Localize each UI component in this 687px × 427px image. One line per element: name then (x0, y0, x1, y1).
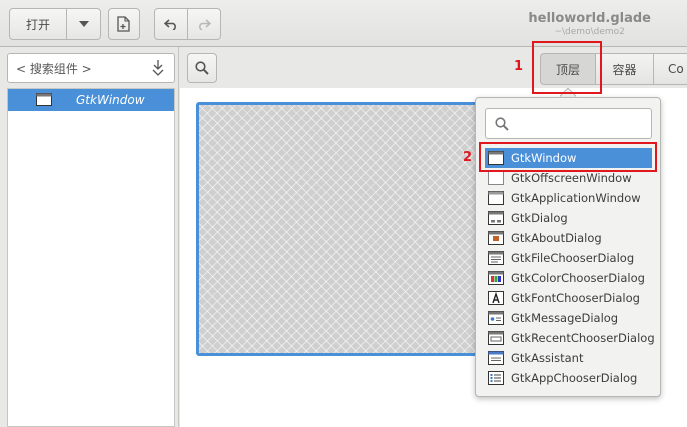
application-window-icon (488, 191, 504, 205)
tree-item-label: GtkWindow (76, 93, 145, 107)
dialog-icon (488, 211, 504, 225)
popover-item-label: GtkMessageDialog (511, 311, 619, 325)
assistant-icon (488, 351, 504, 365)
popover-item-label: GtkOffscreenWindow (511, 171, 632, 185)
window-title-block: helloworld.glade ~\demo\demo2 (528, 11, 651, 37)
window-icon (36, 93, 52, 106)
recent-chooser-dialog-icon (488, 331, 504, 345)
glade-window: 打开 helloworld.glade ~\demo\demo2 < 搜索组件 … (0, 0, 687, 427)
popover-item-gtkfilechooserdialog[interactable]: GtkFileChooserDialog (485, 248, 652, 268)
new-document-icon (117, 16, 130, 32)
file-chooser-dialog-icon (488, 251, 504, 265)
popover-item-gtkassistant[interactable]: GtkAssistant (485, 348, 652, 368)
widget-search-label: < 搜索组件 > (16, 61, 92, 76)
new-file-button[interactable] (108, 8, 140, 40)
open-button[interactable]: 打开 (9, 8, 67, 40)
font-chooser-dialog-icon (488, 291, 504, 305)
window-subtitle: ~\demo\demo2 (554, 27, 625, 37)
annotation-marker-1: 1 (514, 59, 524, 74)
popover-item-label: GtkAboutDialog (511, 231, 602, 245)
header-bar: 打开 helloworld.glade ~\demo\demo2 (0, 0, 687, 47)
popover-item-label: GtkAssistant (511, 351, 584, 365)
popover-item-label: GtkRecentChooserDialog (511, 331, 655, 345)
sidebar: < 搜索组件 > GtkWindow (0, 47, 179, 427)
popover-item-gtkmessagedialog[interactable]: GtkMessageDialog (485, 308, 652, 328)
download-arrow-icon (152, 60, 164, 76)
popover-item-gtkrecentchooserdialog[interactable]: GtkRecentChooserDialog (485, 328, 655, 348)
about-dialog-icon (488, 231, 504, 245)
app-chooser-dialog-icon (488, 371, 504, 385)
open-button-label: 打开 (25, 17, 50, 32)
palette-search-button[interactable] (187, 53, 217, 83)
popover-item-gtkcolorchooserdialog[interactable]: GtkColorChooserDialog (485, 268, 652, 288)
widget-tree: GtkWindow (7, 88, 175, 427)
tab-containers-label: 容器 (612, 62, 637, 77)
annotation-marker-2: 2 (463, 150, 473, 165)
redo-button[interactable] (188, 8, 221, 40)
popover-item-gtkdialog[interactable]: GtkDialog (485, 208, 652, 228)
popover-item-label: GtkApplicationWindow (511, 191, 641, 205)
popover-item-gtkfontchooserdialog[interactable]: GtkFontChooserDialog (485, 288, 652, 308)
popover-widget-list: GtkWindow GtkOffscreenWindow GtkApplicat… (485, 148, 655, 388)
design-window-preview[interactable] (196, 102, 496, 356)
search-icon (495, 117, 509, 131)
offscreen-window-icon (488, 171, 504, 185)
tab-containers[interactable]: 容器 (596, 53, 654, 85)
undo-button[interactable] (154, 8, 188, 40)
tab-control-label: Co (668, 62, 684, 76)
window-title: helloworld.glade (528, 11, 651, 26)
annotation-box-gtkwindow-item (479, 142, 657, 172)
annotation-box-toplevel-tab (532, 41, 602, 94)
tree-item-gtkwindow[interactable]: GtkWindow (8, 89, 174, 111)
undo-icon (164, 19, 176, 30)
tab-control[interactable]: Co (654, 53, 687, 85)
popover-item-gtkapplicationwindow[interactable]: GtkApplicationWindow (485, 188, 652, 208)
popover-search-input[interactable] (485, 108, 652, 139)
message-dialog-icon (488, 311, 504, 325)
popover-item-label: GtkFileChooserDialog (511, 251, 635, 265)
color-chooser-dialog-icon (488, 271, 504, 285)
chevron-down-icon (78, 21, 89, 27)
popover-item-label: GtkFontChooserDialog (511, 291, 640, 305)
popover-item-label: GtkAppChooserDialog (511, 371, 638, 385)
search-icon (195, 61, 209, 75)
popover-item-gtkappchooserdialog[interactable]: GtkAppChooserDialog (485, 368, 652, 388)
widget-search-button[interactable]: < 搜索组件 > (7, 53, 175, 83)
popover-item-gtkaboutdialog[interactable]: GtkAboutDialog (485, 228, 652, 248)
recent-dropdown-button[interactable] (67, 8, 101, 40)
redo-icon (199, 19, 211, 30)
palette-toolbar: 顶层 容器 Co (180, 47, 687, 88)
popover-item-label: GtkDialog (511, 211, 568, 225)
popover-item-label: GtkColorChooserDialog (511, 271, 645, 285)
